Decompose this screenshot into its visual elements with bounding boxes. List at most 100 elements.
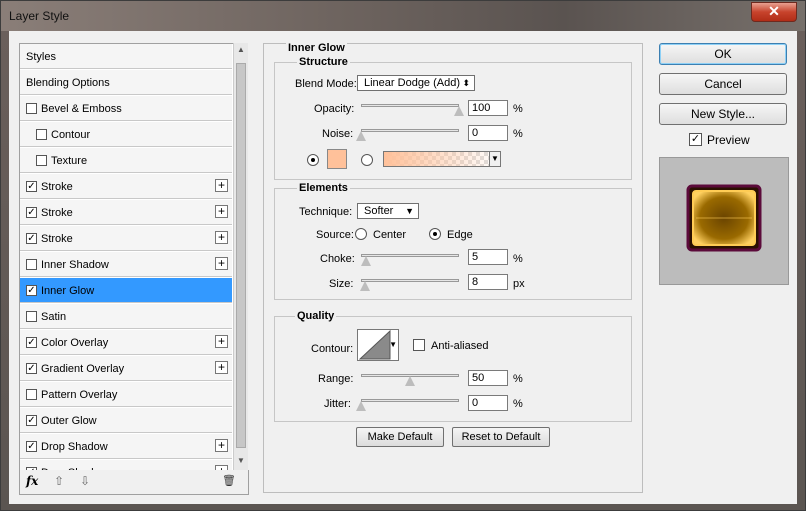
range-unit: % [513, 373, 523, 385]
size-slider-thumb[interactable] [359, 281, 370, 291]
style-checkbox[interactable] [36, 155, 47, 166]
add-icon[interactable]: + [215, 439, 228, 452]
range-slider-thumb[interactable] [405, 376, 415, 386]
style-item-label: Stroke [41, 233, 73, 245]
style-item[interactable]: ✓ Stroke + [20, 226, 232, 251]
style-item[interactable]: Bevel & Emboss [20, 96, 232, 121]
ok-button[interactable]: OK [659, 43, 787, 65]
add-icon[interactable]: + [215, 179, 228, 192]
choke-input[interactable]: 5 [468, 249, 508, 265]
noise-input[interactable]: 0 [468, 125, 508, 141]
move-down-icon[interactable]: ⇩ [80, 474, 90, 488]
structure-group: Structure Blend Mode: Linear Dodge (Add)… [274, 56, 632, 180]
gradient-radio[interactable] [361, 154, 373, 166]
style-item[interactable]: ✓ Stroke + [20, 200, 232, 225]
noise-slider-track[interactable] [361, 129, 459, 132]
scroll-up-icon[interactable]: ▲ [236, 45, 246, 55]
style-item[interactable]: ✓ Inner Glow [20, 278, 232, 303]
opacity-slider-track[interactable] [361, 104, 459, 107]
choke-label: Choke: [320, 253, 355, 265]
style-checkbox[interactable] [26, 103, 37, 114]
style-item[interactable]: ✓ Stroke + [20, 174, 232, 199]
style-checkbox[interactable]: ✓ [26, 207, 37, 218]
chevron-down-icon[interactable]: ▼ [389, 340, 397, 349]
title-bar[interactable]: Layer Style ✕ [1, 1, 805, 31]
layer-style-window: Layer Style ✕ Styles Blending Options Beve… [0, 0, 806, 511]
style-checkbox[interactable]: ✓ [26, 181, 37, 192]
preview-checkbox[interactable]: ✓ [689, 133, 702, 146]
scroll-thumb[interactable] [236, 63, 246, 448]
style-checkbox[interactable]: ✓ [26, 441, 37, 452]
style-checkbox[interactable]: ✓ [26, 285, 37, 296]
noise-label: Noise: [322, 128, 354, 140]
add-icon[interactable]: + [215, 361, 228, 374]
choke-unit: % [513, 253, 523, 265]
style-checkbox[interactable] [26, 259, 37, 270]
style-item-label: Color Overlay [41, 337, 109, 349]
size-label: Size: [329, 278, 354, 290]
styles-footer: fx ⇧ ⇩ 🗑 [19, 470, 249, 495]
contour-picker[interactable]: ▼ [357, 329, 399, 361]
style-checkbox[interactable] [36, 129, 47, 140]
style-item[interactable]: Blending Options [20, 70, 232, 95]
style-item-label: Inner Glow [41, 285, 95, 297]
size-input[interactable]: 8 [468, 274, 508, 290]
style-checkbox[interactable]: ✓ [26, 337, 37, 348]
cancel-button[interactable]: Cancel [659, 73, 787, 95]
chevron-down-icon[interactable]: ▼ [489, 151, 501, 167]
style-item-label: Styles [26, 51, 56, 63]
size-slider-track[interactable] [361, 279, 459, 282]
jitter-label: Jitter: [324, 398, 351, 410]
quality-title: Quality [295, 310, 337, 322]
style-item[interactable]: Styles [20, 44, 232, 69]
contour-label: Contour: [311, 343, 354, 355]
add-icon[interactable]: + [215, 205, 228, 218]
style-item[interactable]: Contour [20, 122, 232, 147]
choke-slider-thumb[interactable] [360, 256, 371, 266]
add-icon[interactable]: + [215, 335, 228, 348]
style-item[interactable]: Pattern Overlay [20, 382, 232, 407]
opacity-slider-thumb[interactable] [454, 106, 464, 116]
style-checkbox[interactable] [26, 311, 37, 322]
jitter-input[interactable]: 0 [468, 395, 508, 411]
solid-color-radio[interactable] [307, 154, 319, 166]
style-item[interactable]: ✓ Drop Shadow + [20, 434, 232, 459]
make-default-button[interactable]: Make Default [356, 427, 444, 447]
trash-icon[interactable]: 🗑 [222, 474, 236, 487]
styles-scrollbar[interactable]: ▲ ▼ [233, 43, 248, 470]
source-edge-radio[interactable] [429, 228, 441, 240]
close-icon[interactable]: ✕ [751, 2, 797, 22]
move-up-icon[interactable]: ⇧ [54, 474, 64, 488]
range-input[interactable]: 50 [468, 370, 508, 386]
style-item[interactable]: ✓ Gradient Overlay + [20, 356, 232, 381]
add-icon[interactable]: + [215, 231, 228, 244]
style-item[interactable]: Inner Shadow + [20, 252, 232, 277]
style-checkbox[interactable]: ✓ [26, 415, 37, 426]
fx-icon[interactable]: fx [26, 474, 38, 488]
style-checkbox[interactable]: ✓ [26, 363, 37, 374]
style-item[interactable]: Satin [20, 304, 232, 329]
source-center-radio[interactable] [355, 228, 367, 240]
style-checkbox[interactable]: ✓ [26, 233, 37, 244]
blend-mode-select[interactable]: Linear Dodge (Add) ⬍ [357, 75, 475, 91]
jitter-slider-track[interactable] [361, 399, 459, 402]
scroll-down-icon[interactable]: ▼ [236, 456, 246, 466]
style-item[interactable]: ✓ Outer Glow [20, 408, 232, 433]
anti-aliased-label: Anti-aliased [431, 340, 489, 352]
gradient-picker[interactable]: ▼ [383, 151, 501, 167]
noise-slider-thumb[interactable] [356, 131, 366, 141]
opacity-unit: % [513, 103, 523, 115]
add-icon[interactable]: + [215, 257, 228, 270]
new-style-button[interactable]: New Style... [659, 103, 787, 125]
jitter-slider-thumb[interactable] [356, 401, 366, 411]
reset-to-default-button[interactable]: Reset to Default [452, 427, 550, 447]
anti-aliased-checkbox[interactable] [413, 339, 425, 351]
style-checkbox[interactable] [26, 389, 37, 400]
opacity-input[interactable]: 100 [468, 100, 508, 116]
choke-slider-track[interactable] [361, 254, 459, 257]
source-label: Source: [316, 229, 354, 241]
technique-select[interactable]: Softer ▼ [357, 203, 419, 219]
style-item[interactable]: ✓ Color Overlay + [20, 330, 232, 355]
style-item[interactable]: Texture [20, 148, 232, 173]
glow-color-swatch[interactable] [327, 149, 347, 169]
